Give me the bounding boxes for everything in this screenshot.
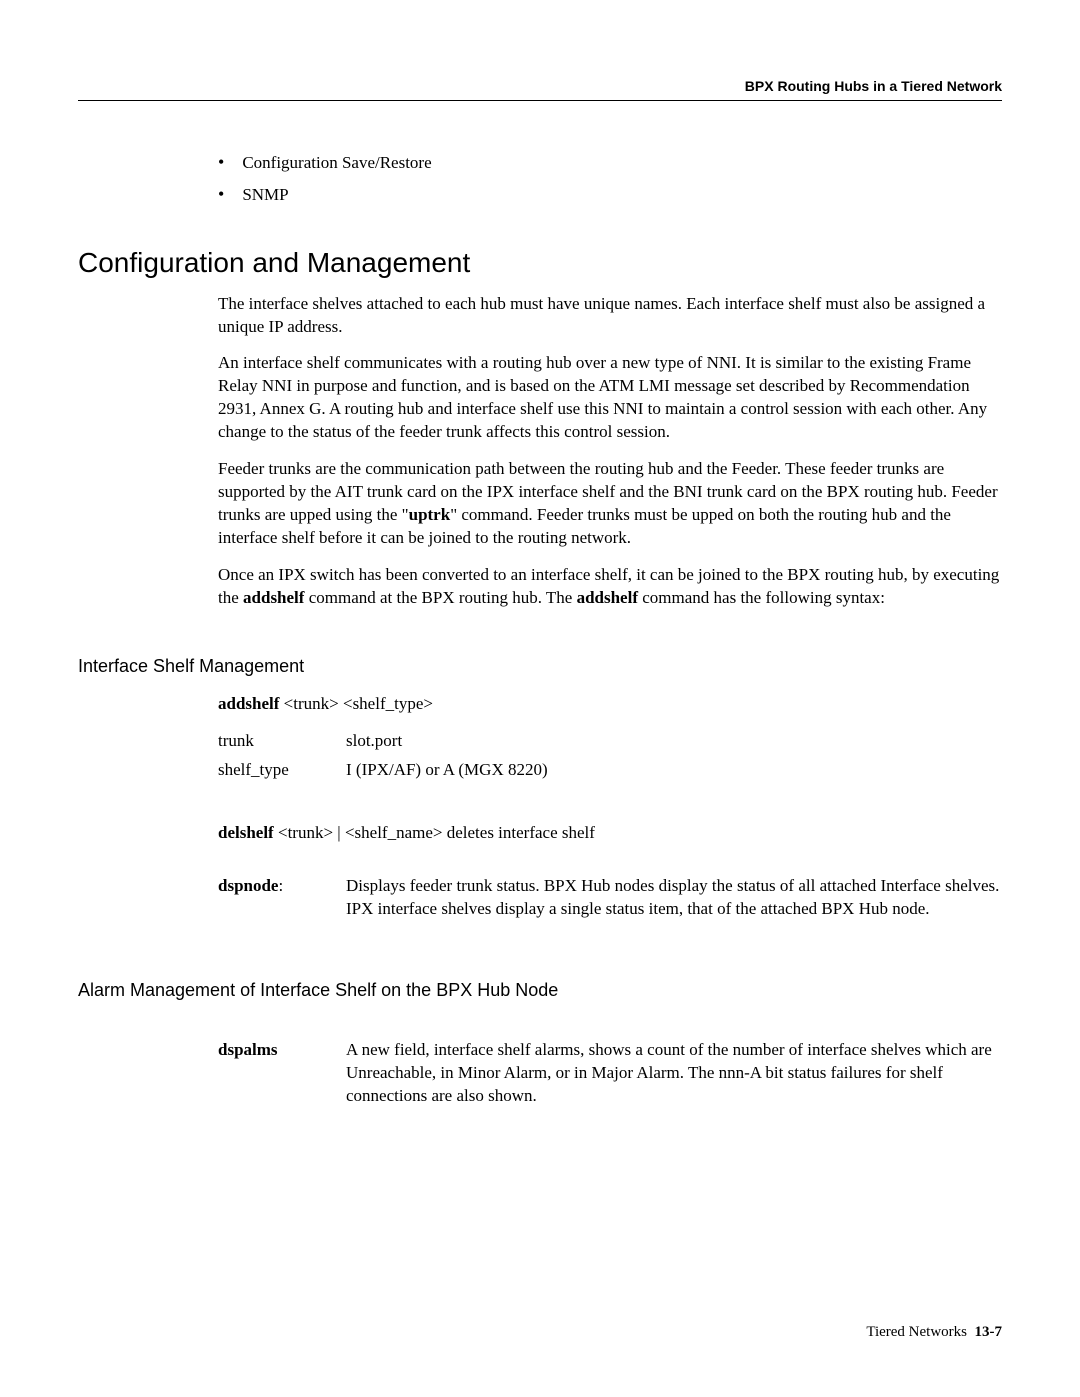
param-row: shelf_type I (IPX/AF) or A (MGX 8220) [218, 759, 1002, 782]
syntax-line: addshelf <trunk> <shelf_type> [218, 693, 1002, 716]
para-text: command at the BPX routing hub. The [304, 588, 576, 607]
subsection-heading: Alarm Management of Interface Shelf on t… [78, 980, 1002, 1001]
bullet-icon: • [218, 153, 224, 171]
command-description: Displays feeder trunk status. BPX Hub no… [346, 875, 1002, 921]
param-desc: slot.port [346, 730, 1002, 753]
page-header: BPX Routing Hubs in a Tiered Network [78, 78, 1002, 101]
command-label: dspalms [218, 1039, 346, 1108]
param-desc: I (IPX/AF) or A (MGX 8220) [346, 759, 1002, 782]
body-paragraph: Once an IPX switch has been converted to… [218, 564, 1002, 610]
bullet-icon: • [218, 185, 224, 203]
command-args: <trunk> <shelf_type> [279, 694, 433, 713]
para-text: command has the following syntax: [638, 588, 885, 607]
command-description: A new field, interface shelf alarms, sho… [346, 1039, 1002, 1108]
body-paragraph: Feeder trunks are the communication path… [218, 458, 1002, 550]
body-paragraph: The interface shelves attached to each h… [218, 293, 1002, 339]
syntax-line: delshelf <trunk> | <shelf_name> deletes … [218, 822, 1002, 845]
param-name: shelf_type [218, 759, 346, 782]
inline-command: addshelf [577, 588, 638, 607]
param-row: trunk slot.port [218, 730, 1002, 753]
inline-command: addshelf [243, 588, 304, 607]
command-name: dspnode [218, 876, 278, 895]
section-heading: Configuration and Management [78, 247, 1002, 279]
command-label: dspnode: [218, 875, 346, 921]
bullet-text: Configuration Save/Restore [242, 151, 431, 175]
bullet-text: SNMP [242, 183, 288, 207]
command-name: dspalms [218, 1040, 278, 1059]
bullet-item: • SNMP [218, 183, 1002, 207]
command-row: dspalms A new field, interface shelf ala… [218, 1039, 1002, 1108]
top-bullet-list: • Configuration Save/Restore • SNMP [218, 151, 1002, 207]
subsection-heading: Interface Shelf Management [78, 656, 1002, 677]
header-title: BPX Routing Hubs in a Tiered Network [745, 78, 1002, 94]
command-args: <trunk> | <shelf_name> [274, 823, 443, 842]
inline-command: uptrk [409, 505, 451, 524]
page-number: 13-7 [975, 1324, 1003, 1340]
body-paragraph: An interface shelf communicates with a r… [218, 352, 1002, 444]
command-name: delshelf [218, 823, 274, 842]
command-desc: deletes interface shelf [442, 823, 594, 842]
footer-label: Tiered Networks [866, 1324, 967, 1340]
param-name: trunk [218, 730, 346, 753]
bullet-item: • Configuration Save/Restore [218, 151, 1002, 175]
label-suffix: : [278, 876, 283, 895]
page-footer: Tiered Networks 13-7 [866, 1324, 1002, 1341]
command-row: dspnode: Displays feeder trunk status. B… [218, 875, 1002, 921]
command-name: addshelf [218, 694, 279, 713]
